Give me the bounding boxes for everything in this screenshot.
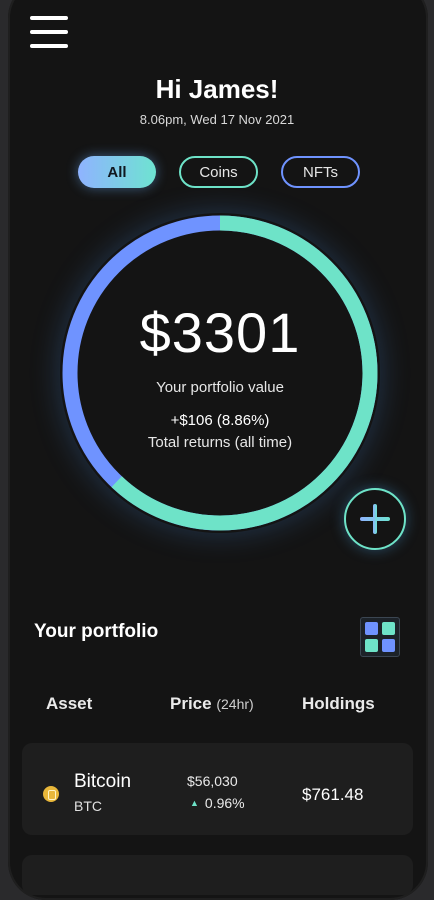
asset-change: ▲ 0.96% <box>190 795 245 811</box>
asset-row[interactable]: Bitcoin BTC $56,030 ▲ 0.96% $761.48 <box>22 743 413 835</box>
column-header-price: Price (24hr) <box>170 694 254 714</box>
asset-row[interactable] <box>22 855 413 895</box>
price-header-label: Price <box>170 694 212 713</box>
menu-icon[interactable] <box>30 16 70 52</box>
filter-nfts-tab[interactable]: NFTs <box>281 156 360 188</box>
filter-all-tab[interactable]: All <box>78 156 156 188</box>
asset-holdings: $761.48 <box>302 785 364 804</box>
column-header-holdings: Holdings <box>302 694 375 713</box>
column-header-asset: Asset <box>46 694 93 713</box>
grid-view-icon[interactable] <box>360 617 400 657</box>
arrow-up-icon: ▲ <box>190 798 199 808</box>
asset-price: $56,030 <box>187 773 238 789</box>
portfolio-ring-chart <box>62 215 378 531</box>
greeting-title: Hi James! <box>155 74 279 104</box>
total-returns-label: Total returns (all time) <box>147 434 293 451</box>
asset-symbol: BTC <box>74 798 102 814</box>
price-header-period: (24hr) <box>216 696 254 712</box>
total-returns-value: +$106 (8.86%) <box>170 412 270 429</box>
datetime-label: 8.06pm, Wed 17 Nov 2021 <box>139 112 295 127</box>
asset-change-value: 0.96% <box>204 795 245 811</box>
add-asset-button[interactable] <box>344 488 406 550</box>
bitcoin-icon <box>43 786 59 802</box>
filter-coins-tab[interactable]: Coins <box>179 156 258 188</box>
portfolio-value-label: Your portfolio value <box>156 379 284 396</box>
asset-name: Bitcoin <box>74 771 132 792</box>
portfolio-section-title: Your portfolio <box>34 621 159 642</box>
portfolio-value: $3301 <box>139 301 301 364</box>
